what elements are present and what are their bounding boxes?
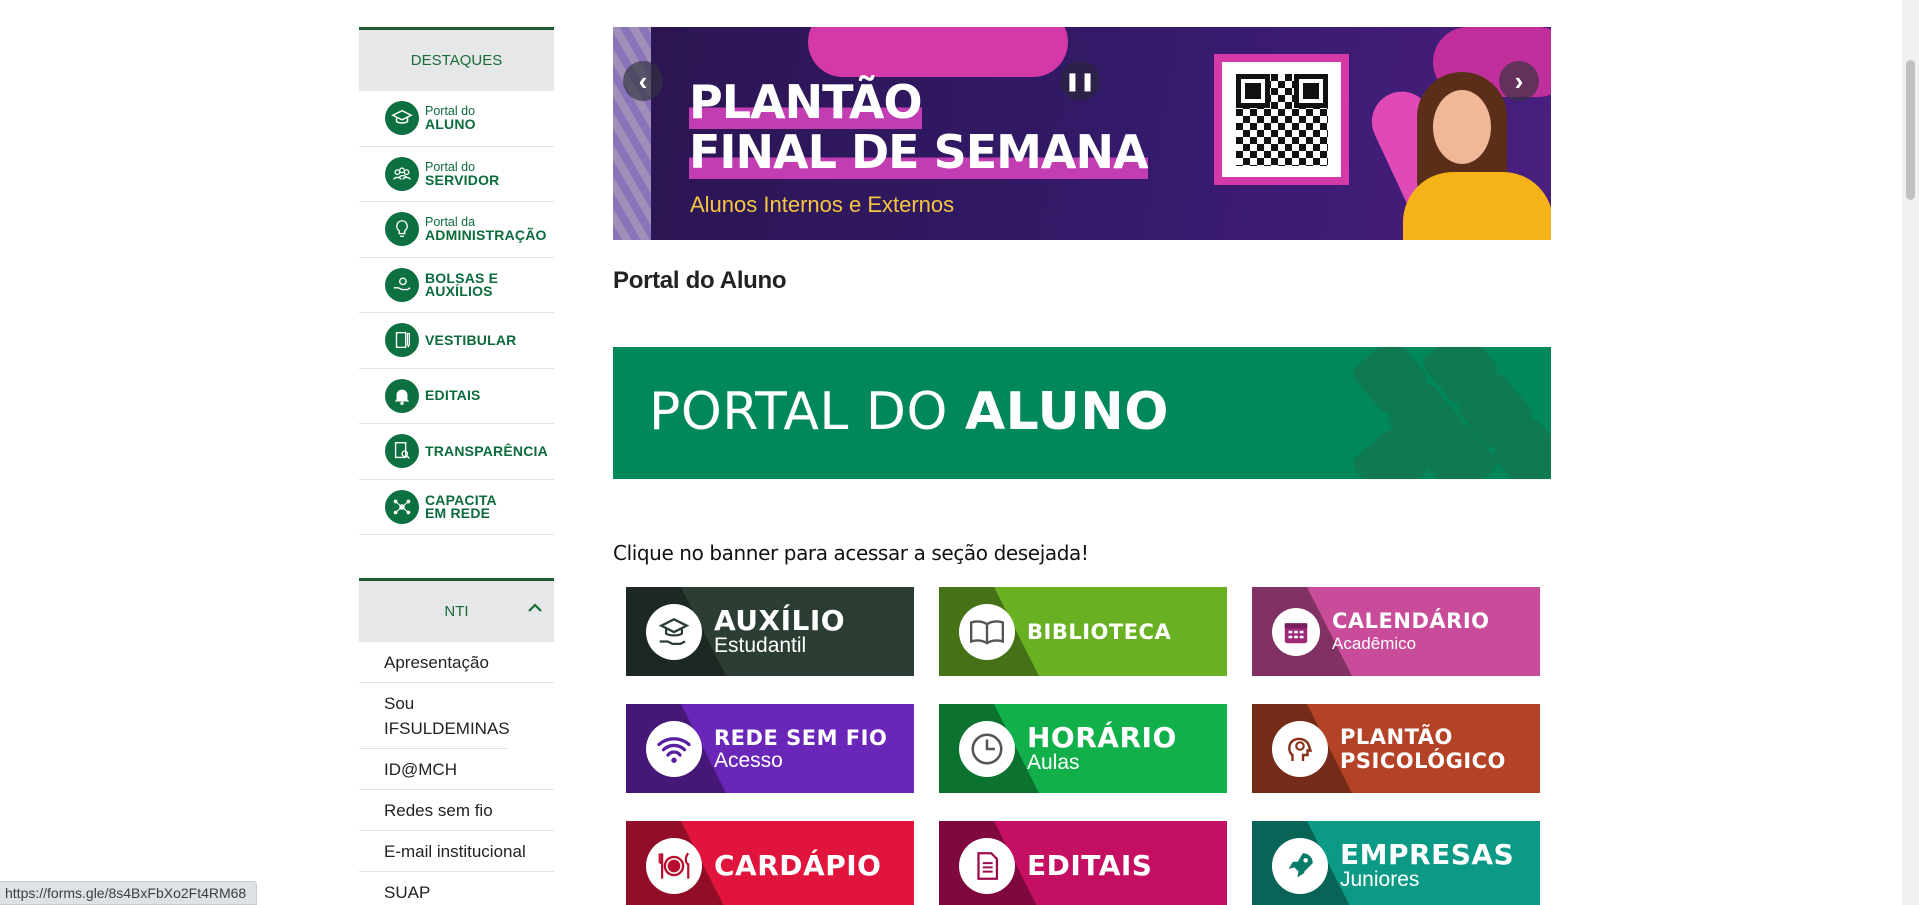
tile-title: AUXÍLIO — [714, 604, 846, 637]
destaque-capacita-em-rede[interactable]: CAPACITA EM REDE — [359, 479, 554, 535]
tile-plantao-psicologico[interactable]: PLANTÃO PSICOLÓGICO — [1252, 704, 1540, 793]
tile-empresas-juniores[interactable]: EMPRESAS Juniores — [1252, 821, 1540, 905]
wifi-icon — [646, 720, 702, 777]
slide-title-line1: PLANTÃO — [689, 75, 923, 129]
open-book-icon — [959, 603, 1015, 660]
bell-icon — [385, 378, 419, 413]
destaque-big: TRANSPARÊNCIA — [425, 442, 548, 459]
document-icon — [959, 837, 1015, 894]
tile-title: CALENDÁRIO — [1332, 608, 1490, 633]
plate-cutlery-icon — [646, 837, 702, 894]
nti-item-id-mch[interactable]: ID@MCH — [359, 749, 554, 790]
document-search-icon — [385, 434, 419, 469]
tile-editais[interactable]: EDITAIS — [939, 821, 1227, 905]
status-bar-url: https://forms.gle/8s4BxFbXo2Ft4RM68 — [0, 881, 258, 905]
tile-auxilio-estudantil[interactable]: AUXÍLIO Estudantil — [626, 587, 914, 676]
nti-item-email-institucional[interactable]: E-mail institucional — [359, 831, 554, 872]
tile-title: PLANTÃO — [1340, 724, 1453, 749]
destaque-editais[interactable]: EDITAIS — [359, 368, 554, 424]
portal-aluno-banner[interactable]: PORTAL DO ALUNO — [613, 347, 1551, 479]
carousel-prev-button[interactable]: ‹ — [623, 61, 663, 101]
nti-header[interactable]: NTI — [359, 578, 554, 642]
destaque-big: VESTIBULAR — [425, 331, 517, 348]
section-tiles-grid: AUXÍLIO Estudantil BIBLIOTECA CALENDÁRIO A… — [626, 587, 1551, 905]
tile-calendario-academico[interactable]: CALENDÁRIO Acadêmico — [1252, 587, 1540, 676]
destaque-big-2: EM REDE — [425, 504, 491, 521]
carousel-pause-button[interactable]: ❚❚ — [1060, 61, 1100, 101]
destaque-bolsas-auxilios[interactable]: BOLSAS E AUXÍLIOS — [359, 257, 554, 313]
portal-banner-text: PORTAL DO ALUNO — [649, 382, 1169, 442]
people-icon — [385, 156, 419, 191]
portal-banner-bold: ALUNO — [964, 382, 1169, 442]
destaque-vestibular[interactable]: VESTIBULAR — [359, 313, 554, 369]
page-title: Portal do Aluno — [613, 267, 787, 294]
rocket-icon — [1272, 837, 1328, 894]
tile-cardapio[interactable]: CARDÁPIO — [626, 821, 914, 905]
sidebar: DESTAQUES Portal do ALUNO Portal do SERVID… — [359, 27, 554, 905]
destaque-big-2: AUXÍLIOS — [425, 282, 493, 299]
destaque-big: SERVIDOR — [425, 171, 500, 188]
nti-item-sou-ifsuldeminas[interactable]: Sou IFSULDEMINAS — [359, 683, 510, 749]
nti-item-redes-sem-fio[interactable]: Redes sem fio — [359, 790, 554, 831]
tile-title: EDITAIS — [1027, 849, 1153, 882]
carousel-next-button[interactable]: › — [1499, 61, 1539, 101]
destaque-transparencia[interactable]: TRANSPARÊNCIA — [359, 424, 554, 480]
pause-icon: ❚❚ — [1064, 70, 1096, 91]
destaques-title: DESTAQUES — [410, 52, 503, 69]
tile-subtitle: Juniores — [1340, 868, 1420, 891]
clock-icon — [959, 720, 1015, 777]
tile-subtitle: PSICOLÓGICO — [1340, 748, 1506, 773]
destaque-big: EDITAIS — [425, 387, 481, 404]
tile-subtitle: Acadêmico — [1332, 633, 1417, 653]
tile-subtitle: Acesso — [714, 748, 783, 772]
destaque-portal-servidor[interactable]: Portal do SERVIDOR — [359, 146, 554, 202]
nti-title: NTI — [444, 603, 469, 620]
tile-horario-aulas[interactable]: HORÁRIO Aulas — [939, 704, 1227, 793]
tile-rede-sem-fio[interactable]: REDE SEM FIO Acesso — [626, 704, 914, 793]
page-scrollbar[interactable] — [1902, 0, 1919, 905]
slide-subtitle: Alunos Internos e Externos — [690, 192, 955, 217]
graduation-hand-icon — [646, 603, 702, 660]
tile-title: CARDÁPIO — [714, 849, 882, 882]
instruction-text: Clique no banner para acessar a seção de… — [613, 541, 1089, 565]
hand-coin-icon — [385, 267, 419, 302]
destaque-portal-aluno[interactable]: Portal do ALUNO — [359, 91, 554, 147]
chevron-right-icon: › — [1514, 65, 1524, 96]
tile-title: EMPRESAS — [1340, 838, 1515, 871]
qr-code-icon — [1235, 73, 1328, 166]
graduation-cap-icon — [385, 101, 419, 136]
slide-title-line2: FINAL DE SEMANA — [689, 125, 1149, 179]
portal-banner-regular: PORTAL DO — [649, 382, 965, 442]
tile-title: HORÁRIO — [1027, 721, 1177, 754]
destaque-big: ADMINISTRAÇÃO — [425, 227, 547, 244]
nti-item-suap[interactable]: SUAP — [359, 872, 554, 905]
main-content: PLANTÃO FINAL DE SEMANA Alunos Internos … — [613, 27, 1551, 905]
qr-code-image — [1214, 54, 1349, 185]
chevron-up-icon[interactable] — [528, 597, 542, 618]
calendar-icon — [1272, 607, 1320, 656]
lightbulb-icon — [385, 212, 419, 247]
nti-item-apresentacao[interactable]: Apresentação — [359, 642, 554, 683]
decor-tiles — [1331, 347, 1551, 479]
tile-subtitle: Aulas — [1027, 751, 1080, 774]
destaque-big: ALUNO — [425, 116, 476, 133]
destaques-header: DESTAQUES — [359, 27, 554, 91]
tile-title: BIBLIOTECA — [1027, 619, 1172, 644]
network-icon — [385, 489, 419, 524]
tile-biblioteca[interactable]: BIBLIOTECA — [939, 587, 1227, 676]
tile-title: REDE SEM FIO — [714, 725, 888, 750]
scrollbar-thumb[interactable] — [1906, 60, 1915, 200]
head-icon — [1272, 720, 1328, 777]
destaque-portal-administracao[interactable]: Portal da ADMINISTRAÇÃO — [359, 202, 554, 258]
banner-carousel[interactable]: PLANTÃO FINAL DE SEMANA Alunos Internos … — [613, 27, 1551, 240]
book-pencil-icon — [385, 323, 419, 358]
decor-shape — [808, 27, 1068, 77]
decor-stripes — [613, 27, 651, 240]
chevron-left-icon: ‹ — [638, 65, 648, 96]
tile-subtitle: Estudantil — [714, 634, 807, 657]
